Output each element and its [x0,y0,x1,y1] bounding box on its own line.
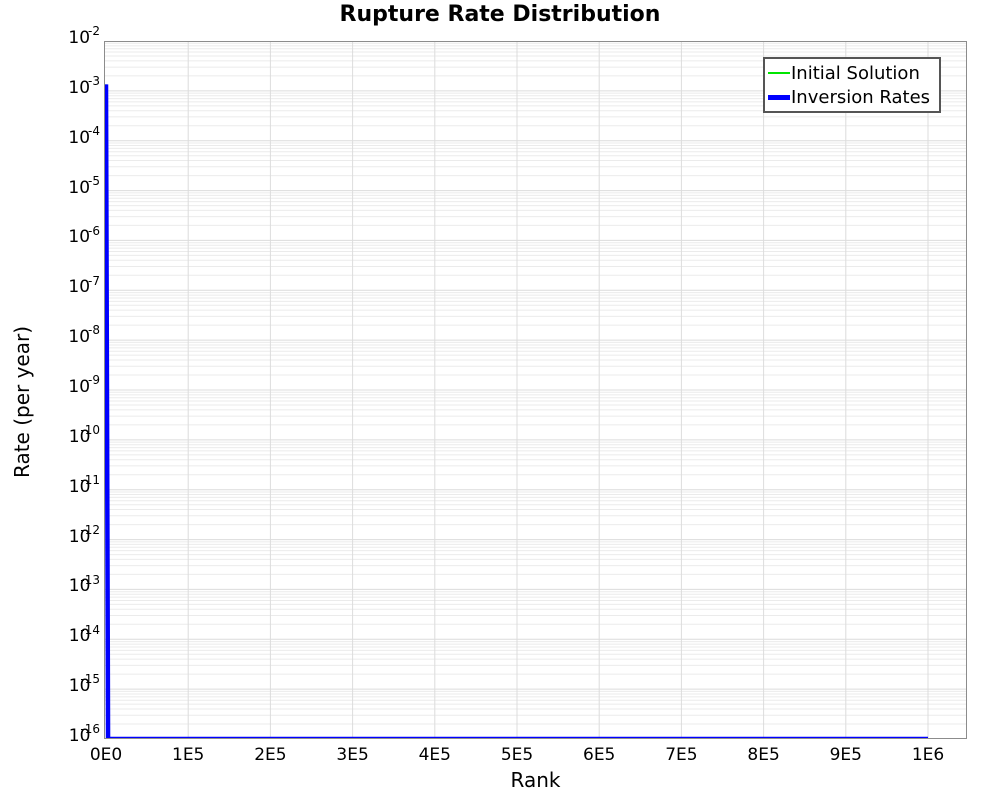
y-tick-label: 10-5 [18,178,100,198]
inversion-rates-line-swatch [768,95,790,100]
x-tick-label: 6E5 [559,745,639,765]
x-tick-label: 3E5 [313,745,393,765]
chart-canvas: Rupture Rate Distribution Rate (per year… [0,0,1000,800]
legend: Initial Solution Inversion Rates [763,57,941,113]
y-tick-label: 10-7 [18,277,100,297]
x-tick-label: 2E5 [230,745,310,765]
y-tick-label: 10-2 [18,28,100,48]
y-tick-label: 10-8 [18,327,100,347]
y-tick-label: 10-15 [18,676,100,696]
y-tick-label: 10-10 [18,427,100,447]
y-tick-label: 10-3 [18,78,100,98]
x-tick-label: 9E5 [806,745,886,765]
y-tick-label: 10-9 [18,377,100,397]
legend-label-inversion-rates: Inversion Rates [791,87,930,108]
x-tick-label: 0E0 [66,745,146,765]
y-tick-label: 10-16 [18,726,100,746]
legend-label-initial-solution: Initial Solution [791,63,920,84]
x-tick-label: 8E5 [724,745,804,765]
legend-item-initial-solution: Initial Solution [768,61,937,85]
x-tick-label: 4E5 [395,745,475,765]
initial-solution-line-swatch [768,72,790,74]
legend-item-inversion-rates: Inversion Rates [768,85,937,109]
x-tick-label: 1E6 [888,745,968,765]
y-tick-label: 10-11 [18,477,100,497]
chart-title: Rupture Rate Distribution [0,2,1000,27]
x-tick-label: 5E5 [477,745,557,765]
y-tick-label: 10-6 [18,227,100,247]
x-tick-label: 1E5 [148,745,228,765]
x-axis-title: Rank [104,768,967,792]
plot-area [104,41,967,739]
y-tick-label: 10-14 [18,626,100,646]
y-tick-label: 10-4 [18,128,100,148]
y-tick-label: 10-12 [18,527,100,547]
x-tick-label: 7E5 [641,745,721,765]
y-tick-label: 10-13 [18,576,100,596]
